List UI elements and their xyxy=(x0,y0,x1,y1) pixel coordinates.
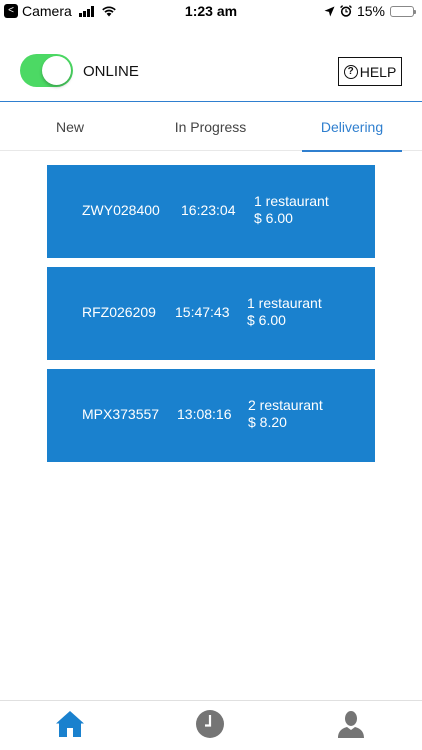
nav-history[interactable] xyxy=(192,707,228,741)
order-restaurant-count: 1 restaurant xyxy=(247,295,322,311)
order-time: 15:47:43 xyxy=(175,304,230,320)
wifi-icon xyxy=(101,6,116,17)
nav-profile[interactable] xyxy=(333,707,369,741)
order-amount: $ 6.00 xyxy=(254,210,293,226)
battery-percent: 15% xyxy=(356,3,385,19)
status-bar: < Camera 1:23 am 15% xyxy=(0,0,422,22)
toggle-knob[interactable] xyxy=(42,56,71,85)
back-app-label[interactable]: Camera xyxy=(22,3,72,19)
order-code: RFZ026209 xyxy=(82,304,156,320)
tab-new[interactable]: New xyxy=(0,103,140,151)
order-tabs: New In Progress Delivering xyxy=(0,103,422,152)
person-icon xyxy=(338,711,364,738)
order-card[interactable]: MPX373557 13:08:16 2 restaurant $ 8.20 xyxy=(47,369,375,462)
bottom-nav xyxy=(0,700,422,750)
location-arrow-icon xyxy=(324,6,335,16)
help-question-icon: ? xyxy=(343,64,358,79)
home-icon xyxy=(56,711,84,737)
signal-icon xyxy=(78,5,94,17)
order-amount: $ 6.00 xyxy=(247,312,286,328)
order-time: 16:23:04 xyxy=(181,202,236,218)
order-list: ZWY028400 16:23:04 1 restaurant $ 6.00 R… xyxy=(47,165,375,471)
tab-in-progress[interactable]: In Progress xyxy=(140,103,281,151)
online-toggle[interactable] xyxy=(20,54,73,87)
clock-icon xyxy=(196,710,224,738)
order-info: 1 restaurant $ 6.00 xyxy=(254,193,329,227)
order-code: ZWY028400 xyxy=(82,202,160,218)
nav-home[interactable] xyxy=(52,707,88,741)
battery-icon xyxy=(390,5,416,17)
status-bar-right: 15% xyxy=(324,3,416,19)
tab-delivering[interactable]: Delivering xyxy=(302,103,402,152)
online-label: ONLINE xyxy=(83,63,139,80)
order-code: MPX373557 xyxy=(82,406,160,422)
order-amount: $ 8.20 xyxy=(248,414,287,430)
order-time: 13:08:16 xyxy=(177,406,232,422)
order-info: 2 restaurant $ 8.20 xyxy=(248,397,323,431)
alarm-icon xyxy=(340,5,352,17)
help-button[interactable]: ? HELP xyxy=(338,57,402,86)
order-card[interactable]: ZWY028400 16:23:04 1 restaurant $ 6.00 xyxy=(47,165,375,258)
help-label: HELP xyxy=(359,63,397,80)
order-card[interactable]: RFZ026209 15:47:43 1 restaurant $ 6.00 xyxy=(47,267,375,360)
order-restaurant-count: 2 restaurant xyxy=(248,397,323,413)
order-restaurant-count: 1 restaurant xyxy=(254,193,329,209)
status-bar-left: < Camera xyxy=(4,3,117,19)
back-to-app-icon[interactable]: < xyxy=(4,4,18,18)
app-header: ONLINE ? HELP xyxy=(0,22,422,102)
order-info: 1 restaurant $ 6.00 xyxy=(247,295,322,329)
